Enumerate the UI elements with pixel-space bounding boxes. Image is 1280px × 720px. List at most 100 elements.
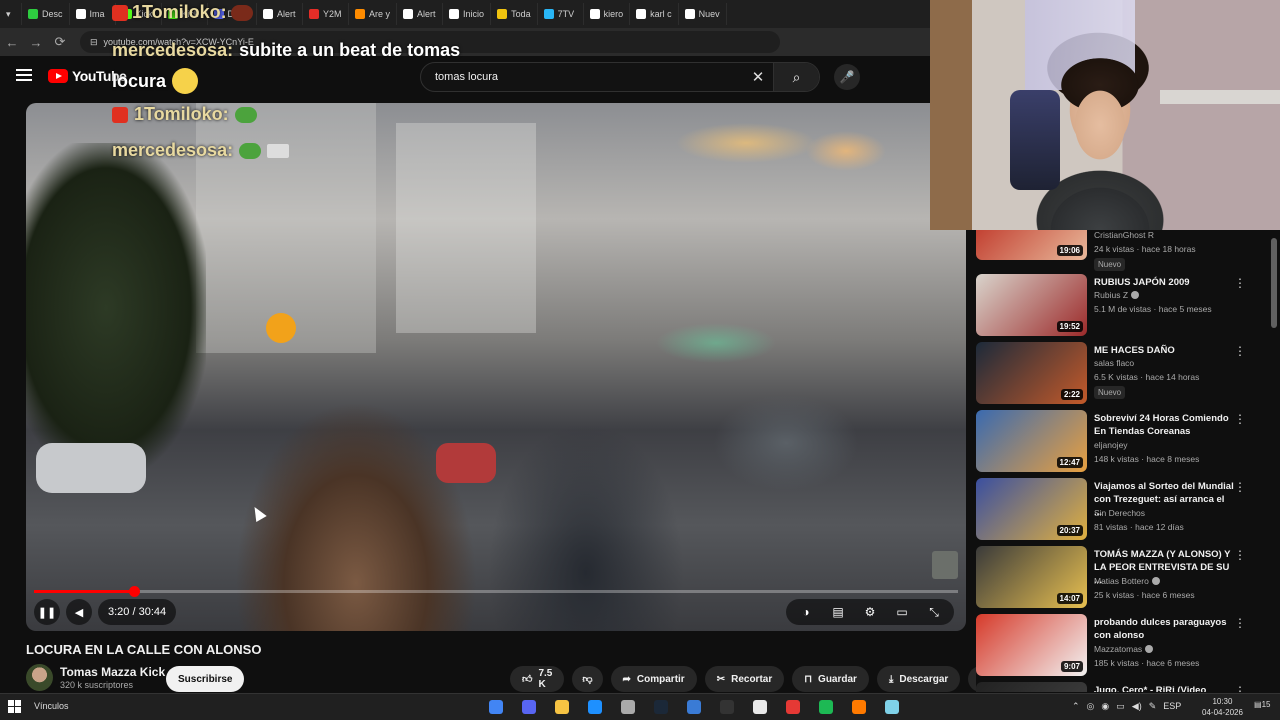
more-options-icon[interactable]: ⋮ bbox=[1234, 548, 1246, 562]
taskbar-app-icon[interactable] bbox=[484, 696, 508, 718]
taskbar-app-icon[interactable] bbox=[814, 696, 838, 718]
site-info-icon[interactable]: ⊟ bbox=[90, 37, 98, 48]
like-button[interactable]: 👍︎ 7.5 K bbox=[510, 666, 565, 692]
taskbar-app-icon[interactable] bbox=[583, 696, 607, 718]
tray-chevron-icon[interactable]: ⌃ bbox=[1072, 701, 1080, 712]
tray-app-icon[interactable]: ◎ bbox=[1087, 701, 1095, 712]
more-options-icon[interactable]: ⋮ bbox=[1234, 412, 1246, 426]
pen-icon[interactable]: ✎ bbox=[1149, 701, 1157, 712]
taskbar-app-icon[interactable] bbox=[781, 696, 805, 718]
taskbar-app-icon[interactable] bbox=[748, 696, 772, 718]
volume-button[interactable]: ◀ bbox=[66, 599, 92, 625]
browser-tab[interactable]: Inicio bbox=[443, 3, 492, 25]
settings-gear-icon[interactable]: ⚙ bbox=[856, 605, 884, 619]
language-indicator[interactable]: ESP bbox=[1163, 701, 1181, 712]
progress-bar[interactable] bbox=[34, 586, 958, 597]
recommendation-thumbnail[interactable]: 20:37 bbox=[976, 478, 1087, 540]
more-options-icon[interactable]: ⋮ bbox=[1234, 684, 1246, 692]
system-tray: ⌃ ◎ ◉ ▭ ◀) ✎ ESP bbox=[1072, 701, 1181, 712]
recommendation-thumbnail[interactable] bbox=[976, 682, 1087, 692]
search-box[interactable]: tomas locura ✕ ⌕ bbox=[420, 62, 820, 92]
browser-tab[interactable]: Alert bbox=[257, 3, 304, 25]
subscribe-button[interactable]: Suscribirse bbox=[166, 666, 245, 692]
back-icon[interactable]: ← bbox=[0, 35, 24, 50]
recommendation-item[interactable]: 19:52 RUBIUS JAPÓN 2009 Rubius Z 5.1 M de v… bbox=[976, 274, 1272, 338]
browser-tab[interactable]: Toda bbox=[491, 3, 538, 25]
mic-tray-icon[interactable]: ◉ bbox=[1101, 701, 1109, 712]
subtitles-icon[interactable]: ▤ bbox=[824, 605, 852, 619]
share-button[interactable]: ➦ Compartir bbox=[610, 666, 697, 692]
mic-icon[interactable]: 🎤 bbox=[834, 64, 860, 90]
recommendation-title[interactable]: RUBIUS JAPÓN 2009 bbox=[1094, 276, 1234, 289]
tab-label: 7TV bbox=[557, 9, 575, 19]
hamburger-menu-icon[interactable] bbox=[16, 69, 32, 81]
clip-button[interactable]: ✂ Recortar bbox=[704, 666, 785, 692]
autoplay-toggle-icon[interactable]: ◑ bbox=[792, 605, 820, 619]
forward-icon[interactable]: → bbox=[24, 35, 48, 50]
browser-tab[interactable]: 7TV bbox=[538, 3, 584, 25]
reload-icon[interactable]: ⟳ bbox=[48, 34, 72, 50]
taskbar-clock[interactable]: 10:30 04-04-2026 bbox=[1202, 696, 1243, 718]
recommendation-item[interactable]: 14:07 TOMÁS MAZZA (Y ALONSO) Y LA PEOR EN… bbox=[976, 546, 1272, 610]
taskbar-app-icon[interactable] bbox=[715, 696, 739, 718]
recommendation-item[interactable]: Jugo, Cero* - RiRi (Video ⋮ bbox=[976, 682, 1272, 692]
recommendation-thumbnail[interactable]: 9:07 bbox=[976, 614, 1087, 676]
recommendation-title[interactable]: Sobreviví 24 Horas Comiendo En Tiendas C… bbox=[1094, 412, 1234, 438]
channel-avatar[interactable] bbox=[26, 664, 53, 691]
volume-tray-icon[interactable]: ◀) bbox=[1132, 701, 1142, 712]
taskbar-app-icon[interactable] bbox=[550, 696, 574, 718]
taskbar-app-icon[interactable] bbox=[682, 696, 706, 718]
taskbar-app-icon[interactable] bbox=[880, 696, 904, 718]
browser-tab[interactable]: Y2M bbox=[303, 3, 350, 25]
scrollbar-thumb[interactable] bbox=[1271, 238, 1277, 328]
recommendation-title[interactable]: ME HACES DAÑO bbox=[1094, 344, 1234, 357]
taskbar-app-icon[interactable] bbox=[616, 696, 640, 718]
more-options-icon[interactable]: ⋮ bbox=[1234, 344, 1246, 358]
search-input[interactable]: tomas locura bbox=[421, 71, 743, 83]
recommendation-item[interactable]: 2:22 ME HACES DAÑO salas flaco 6.5 K vistas… bbox=[976, 342, 1272, 406]
search-icon[interactable]: ⌕ bbox=[773, 63, 819, 91]
more-options-icon[interactable]: ⋮ bbox=[1234, 616, 1246, 630]
recommendation-title[interactable]: probando dulces paraguayos con alonso bbox=[1094, 616, 1234, 642]
browser-tab[interactable]: Desc bbox=[22, 3, 70, 25]
recommendation-item[interactable]: 20:37 Viajamos al Sorteo del Mundial con … bbox=[976, 478, 1272, 542]
taskbar-app-icon[interactable] bbox=[649, 696, 673, 718]
browser-tab[interactable]: Nuev bbox=[679, 3, 727, 25]
clear-search-icon[interactable]: ✕ bbox=[743, 68, 773, 86]
windows-start-icon[interactable] bbox=[8, 700, 22, 714]
recommendation-item[interactable]: 9:07 probando dulces paraguayos con alons… bbox=[976, 614, 1272, 678]
dislike-button[interactable]: 👎︎ bbox=[572, 666, 603, 692]
progress-knob[interactable] bbox=[128, 586, 140, 597]
network-icon[interactable]: ▭ bbox=[1116, 701, 1125, 712]
more-options-icon[interactable]: ⋮ bbox=[1234, 480, 1246, 494]
browser-tab[interactable]: Ima bbox=[70, 3, 116, 25]
theater-mode-icon[interactable]: ▭ bbox=[888, 605, 916, 619]
recommendation-thumbnail[interactable]: 2:22 bbox=[976, 342, 1087, 404]
taskbar-app-icon[interactable] bbox=[517, 696, 541, 718]
browser-tab[interactable]: karl c bbox=[630, 3, 679, 25]
recommendation-item[interactable]: 12:47 Sobreviví 24 Horas Comiendo En Tien… bbox=[976, 410, 1272, 474]
recommendation-thumbnail[interactable]: 14:07 bbox=[976, 546, 1087, 608]
fullscreen-exit-icon[interactable]: ⤡ bbox=[920, 605, 948, 620]
download-button[interactable]: ⤓ Descargar bbox=[876, 666, 961, 692]
scrollbar[interactable] bbox=[1270, 230, 1278, 690]
browser-tab[interactable]: Alert bbox=[397, 3, 444, 25]
end-card-thumbnail[interactable] bbox=[932, 551, 958, 579]
browser-tab[interactable]: kiero bbox=[584, 3, 631, 25]
recommendation-title[interactable]: Jugo, Cero* - RiRi (Video bbox=[1094, 684, 1234, 692]
video-player[interactable]: 1Tomiloko: ❚❚ ◀ 3:20 / 30:44 ◑ ▤ ⚙ ▭ ⤡ bbox=[26, 103, 966, 631]
recommendation-thumbnail[interactable]: 19:06 bbox=[976, 230, 1087, 260]
pause-button[interactable]: ❚❚ bbox=[34, 599, 60, 625]
verified-icon bbox=[1131, 291, 1140, 299]
tab-list-icon[interactable]: ▾ bbox=[0, 3, 22, 25]
taskbar-app-icon[interactable] bbox=[847, 696, 871, 718]
links-toolbar[interactable]: Vínculos bbox=[34, 701, 69, 711]
recommendation-thumbnail[interactable]: 12:47 bbox=[976, 410, 1087, 472]
channel-name[interactable]: Tomas Mazza Kick bbox=[60, 665, 165, 679]
recommendation-channel: Matias Bottero bbox=[1094, 576, 1160, 586]
recommendation-thumbnail[interactable]: 19:52 bbox=[976, 274, 1087, 336]
more-options-icon[interactable]: ⋮ bbox=[1234, 276, 1246, 290]
browser-tab[interactable]: Are y bbox=[349, 3, 398, 25]
notification-icon[interactable]: ▤15 bbox=[1254, 700, 1270, 709]
save-button[interactable]: ⊓ Guardar bbox=[792, 666, 869, 692]
